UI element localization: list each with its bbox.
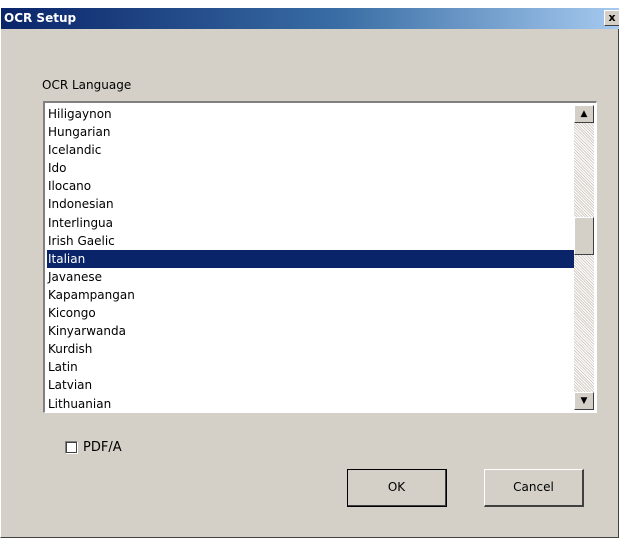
close-icon: x: [608, 11, 616, 24]
language-list-item[interactable]: Latin: [47, 358, 575, 376]
title-bar[interactable]: OCR Setup x: [1, 8, 619, 29]
language-list-item[interactable]: Javanese: [47, 268, 575, 286]
language-list-item[interactable]: Kapampangan: [47, 286, 575, 304]
pdfa-checkbox[interactable]: [65, 441, 78, 454]
cancel-button[interactable]: Cancel: [484, 469, 584, 507]
language-list-item[interactable]: Hiligaynon: [47, 105, 575, 123]
language-list-item[interactable]: Kicongo: [47, 304, 575, 322]
scroll-down-button[interactable]: ▼: [574, 392, 594, 410]
triangle-up-icon: ▲: [580, 109, 588, 119]
scroll-up-button[interactable]: ▲: [574, 105, 594, 123]
language-list[interactable]: Hiligaynon Hungarian Icelandic Ido Ilocano In…: [47, 105, 575, 413]
language-list-item[interactable]: Indonesian: [47, 195, 575, 213]
language-list-item[interactable]: Icelandic: [47, 141, 575, 159]
language-list-item[interactable]: Latvian: [47, 376, 575, 394]
triangle-down-icon: ▼: [580, 396, 588, 406]
language-list-item[interactable]: Kinyarwanda: [47, 322, 575, 340]
language-list-item[interactable]: Kurdish: [47, 340, 575, 358]
pdfa-label: PDF/A: [83, 440, 122, 455]
language-list-item[interactable]: Lithuanian: [47, 395, 575, 413]
ocr-language-listbox[interactable]: Hiligaynon Hungarian Icelandic Ido Ilocano In…: [43, 101, 597, 413]
language-list-item[interactable]: Italian: [47, 249, 575, 268]
language-list-item[interactable]: Interlingua: [47, 214, 575, 232]
scroll-thumb[interactable]: [574, 217, 594, 255]
close-button[interactable]: x: [604, 10, 619, 26]
ocr-language-label: OCR Language: [42, 78, 132, 92]
ocr-setup-dialog: OCR Setup x OCR Language Hiligaynon Hunga…: [0, 0, 619, 538]
window-title: OCR Setup: [4, 11, 77, 25]
language-list-item[interactable]: Hungarian: [47, 123, 575, 141]
vertical-scrollbar[interactable]: ▲ ▼: [574, 105, 594, 410]
pdfa-option[interactable]: PDF/A: [65, 440, 122, 455]
ok-button[interactable]: OK: [347, 469, 447, 507]
language-list-item[interactable]: Ilocano: [47, 177, 575, 195]
window-top-strip: [1, 0, 619, 8]
language-list-item[interactable]: Ido: [47, 159, 575, 177]
language-list-item[interactable]: Irish Gaelic: [47, 232, 575, 250]
